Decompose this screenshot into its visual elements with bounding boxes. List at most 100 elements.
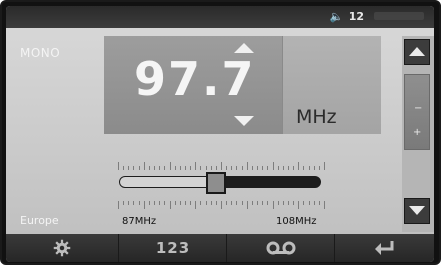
status-bar: 🔈 12 (6, 6, 434, 28)
tuner-scale-bottom (118, 201, 325, 211)
tuner-tick (246, 162, 248, 170)
frequency-value: 97.7 (134, 52, 256, 106)
tuner-tick (313, 166, 315, 170)
tuner-tick (221, 162, 222, 170)
tuner-tick (215, 201, 217, 205)
tape-icon (266, 241, 296, 255)
minus-icon: − (414, 103, 423, 114)
plus-icon: + (413, 127, 422, 138)
tuner-tick (277, 166, 279, 170)
tuner-tick (267, 201, 269, 205)
volume-indicator: 🔈 12 (329, 10, 364, 23)
tuner-tick (282, 201, 284, 205)
return-arrow-icon (375, 241, 394, 255)
tuner-tick (118, 162, 119, 170)
tuner-tick (164, 201, 166, 205)
tuner-tick (205, 166, 207, 170)
tuner-tick (324, 162, 325, 170)
tuner-tick (236, 201, 238, 205)
tuner-tick (262, 201, 264, 205)
tuner-tick (190, 166, 192, 170)
tuner-tick (210, 166, 212, 170)
keypad-button[interactable]: 123 (118, 234, 227, 262)
tuner-tick (287, 201, 289, 205)
triangle-down-icon (409, 206, 425, 215)
tuner-tick (200, 166, 202, 170)
device-frame: 🔈 12 MONO 97.7 MHz Europe 87MHz 108MHz −… (0, 0, 441, 265)
tuner-tick (138, 166, 140, 170)
region-label: Europe (20, 214, 59, 227)
tuner-tick (123, 201, 125, 205)
tuner-tick (236, 166, 238, 170)
tuner-tick (272, 162, 274, 170)
tuner-tick (231, 166, 233, 170)
tuner-tick (251, 166, 253, 170)
tuner-tick (179, 201, 181, 205)
tuner-tick (267, 166, 269, 170)
tuner-tick (205, 201, 207, 205)
tuner-tick (169, 162, 171, 170)
frequency-unit: MHz (296, 106, 337, 128)
tuner-tick (148, 201, 150, 205)
tuner-tick (293, 166, 295, 170)
tuner-tick (262, 166, 264, 170)
tuner-tick (293, 201, 295, 205)
tuner-tick (184, 166, 186, 170)
tuner-tick (313, 201, 315, 205)
back-button[interactable] (334, 234, 434, 262)
tuner-tick (148, 166, 150, 170)
tuner-tick (174, 166, 176, 170)
tuner-tick (138, 201, 140, 205)
tuner-tick (251, 201, 253, 205)
tuner-tick (159, 201, 161, 205)
tuner-tick (118, 201, 119, 209)
tuner-tick (128, 166, 130, 170)
keypad-label: 123 (155, 239, 191, 257)
tuner-tick (318, 201, 320, 205)
tuner-tick (210, 201, 212, 205)
tuner-tick (195, 201, 197, 209)
tuner-tick (190, 201, 192, 205)
radio-screen: 🔈 12 MONO 97.7 MHz Europe 87MHz 108MHz −… (6, 6, 434, 262)
tuner-tick (221, 201, 222, 209)
tuner-tick (164, 166, 166, 170)
tuner-tick (303, 201, 305, 205)
tuner-tick (324, 201, 325, 209)
tuner-tick (303, 166, 305, 170)
tuner-thumb[interactable] (205, 172, 226, 194)
tuner-tick (195, 162, 197, 170)
tuner-tick (169, 201, 171, 209)
tuner-tick (226, 201, 228, 205)
tuner-tick (308, 201, 310, 205)
tape-button[interactable] (226, 234, 335, 262)
tuner-tick (226, 166, 228, 170)
tuner-tick (159, 166, 161, 170)
tuner-tick (215, 166, 217, 170)
scroll-down-button[interactable] (404, 198, 430, 224)
scroll-up-button[interactable] (404, 39, 430, 65)
tuner-tick (128, 201, 130, 205)
tuner-tick (179, 166, 181, 170)
tuner-tick (277, 201, 279, 205)
volume-level: 12 (348, 10, 364, 23)
settings-button[interactable] (6, 234, 118, 262)
tuner-tick (154, 201, 156, 205)
status-hint (374, 12, 424, 20)
tuner-tick (231, 201, 233, 205)
tuner-tick (272, 201, 274, 209)
tuner-tick (133, 201, 135, 205)
tuner-tick (318, 166, 320, 170)
tuner-tick (143, 201, 145, 209)
chevron-down-icon[interactable] (234, 116, 254, 126)
tuner-tick (257, 201, 259, 205)
tuner-tick (308, 166, 310, 170)
tuner-tick (241, 166, 243, 170)
side-level-slider[interactable]: − + (404, 74, 430, 150)
tuner-tick (282, 166, 284, 170)
tuner-tick (200, 201, 202, 205)
tuner-tick (154, 166, 156, 170)
tuner-tick (241, 201, 243, 205)
gear-icon (53, 239, 71, 257)
tuner-tick (298, 162, 300, 170)
band-min-label: 87MHz (122, 216, 157, 227)
